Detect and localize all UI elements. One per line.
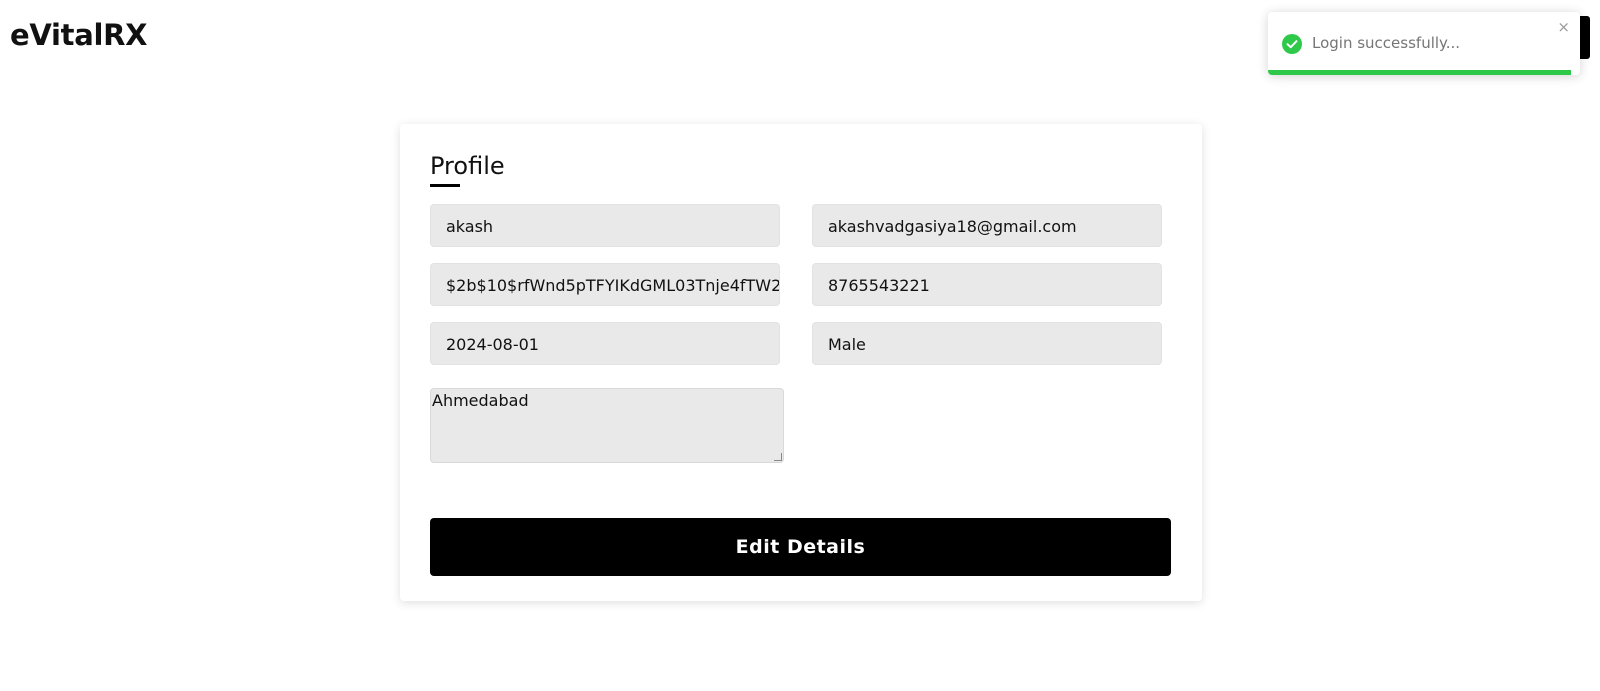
app-logo[interactable]: eVitalRX (10, 18, 148, 52)
edit-details-button[interactable]: Edit Details (430, 518, 1171, 576)
toast-message: Login successfully... (1312, 34, 1461, 52)
toast-progress-bar (1268, 70, 1571, 75)
close-icon[interactable]: × (1557, 18, 1570, 36)
resize-handle-icon[interactable] (774, 453, 782, 461)
check-circle-icon (1282, 34, 1302, 54)
login-toast: Login successfully... × (1268, 12, 1580, 75)
password-field[interactable]: $2b$10$rfWnd5pTFYIKdGML03Tnje4fTW293 (430, 263, 780, 306)
name-field[interactable]: akash (430, 204, 780, 247)
address-textarea[interactable]: Ahmedabad (430, 388, 784, 463)
title-underline (430, 184, 460, 187)
gender-field[interactable]: Male (812, 322, 1162, 365)
phone-field[interactable]: 8765543221 (812, 263, 1162, 306)
address-text: Ahmedabad (432, 391, 529, 410)
dob-field[interactable]: 2024-08-01 (430, 322, 780, 365)
page-title: Profile (430, 152, 505, 180)
email-field[interactable]: akashvadgasiya18@gmail.com (812, 204, 1162, 247)
profile-card: Profile akash akashvadgasiya18@gmail.com… (400, 124, 1202, 601)
